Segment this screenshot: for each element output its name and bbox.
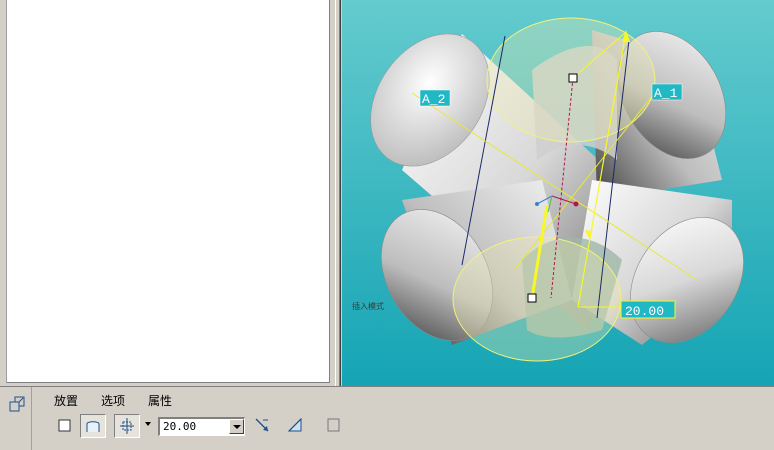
flip-direction-icon bbox=[255, 418, 269, 432]
depth-option-button[interactable] bbox=[114, 414, 140, 438]
surface-button[interactable] bbox=[80, 414, 106, 438]
tab-options[interactable]: 选项 bbox=[101, 392, 125, 409]
thicken-button[interactable] bbox=[321, 414, 347, 438]
datum-tag-a2[interactable]: A_2 bbox=[419, 89, 451, 107]
thicken-icon bbox=[327, 418, 340, 432]
depth-value-input[interactable] bbox=[161, 419, 231, 434]
mode-hint-text: 插入模式 bbox=[352, 301, 384, 311]
model-canvas[interactable]: A_2 A_1 20.00 插入模式 bbox=[342, 0, 774, 386]
solid-button[interactable] bbox=[52, 414, 78, 438]
blind-depth-icon bbox=[120, 418, 134, 434]
datum-tag-a2-label: A_2 bbox=[422, 92, 445, 107]
datum-tag-a1-label: A_1 bbox=[654, 86, 678, 101]
solid-icon bbox=[58, 419, 71, 432]
panel-splitter[interactable] bbox=[333, 0, 342, 386]
graphics-viewport[interactable]: A_2 A_1 20.00 插入模式 bbox=[342, 0, 774, 386]
dashboard-separator bbox=[31, 387, 32, 450]
remove-material-icon bbox=[287, 417, 302, 432]
depth-dropdown-arrow-icon[interactable] bbox=[229, 419, 244, 434]
flip-direction-button[interactable] bbox=[250, 414, 276, 438]
remove-material-button[interactable] bbox=[283, 414, 309, 438]
dimension-tag[interactable]: 20.00 bbox=[620, 300, 676, 319]
dimension-tag-value: 20.00 bbox=[625, 304, 664, 319]
feature-dashboard: 放置 选项 属性 bbox=[0, 386, 774, 450]
tab-properties[interactable]: 属性 bbox=[148, 392, 172, 409]
bottom-drag-handle[interactable] bbox=[527, 293, 537, 303]
model-tree[interactable] bbox=[6, 0, 330, 383]
extrude-feature-icon bbox=[8, 395, 26, 413]
tab-placement[interactable]: 放置 bbox=[54, 392, 78, 409]
depth-combobox[interactable] bbox=[158, 417, 245, 436]
navigator-panel bbox=[0, 0, 333, 386]
top-drag-handle[interactable] bbox=[568, 73, 578, 83]
surface-icon bbox=[86, 421, 100, 432]
depth-option-dropdown-icon[interactable] bbox=[145, 422, 151, 426]
datum-tag-a1[interactable]: A_1 bbox=[651, 83, 683, 101]
